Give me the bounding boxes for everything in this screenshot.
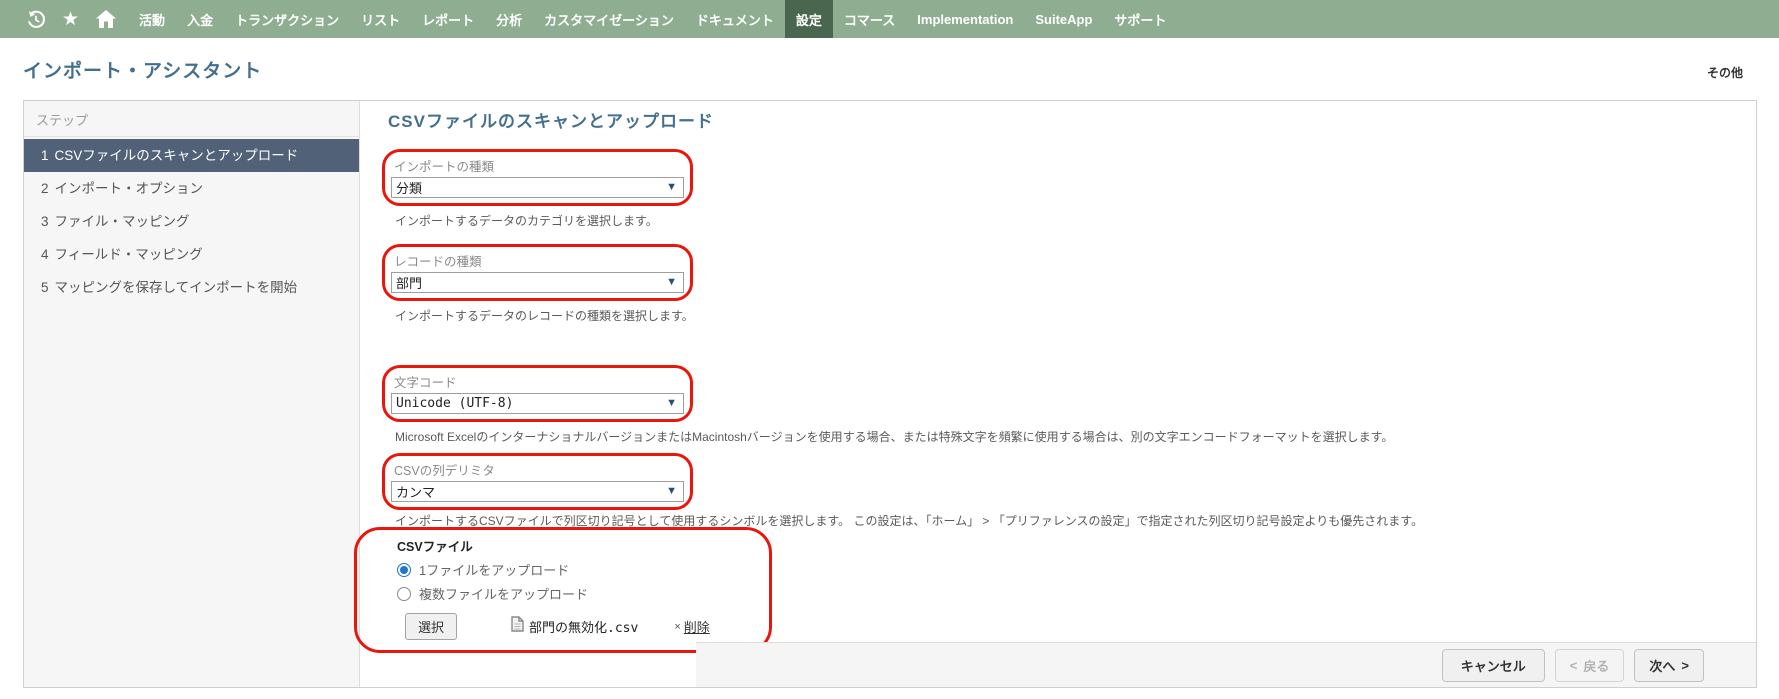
- file-row: 選択 部門の無効化.csv × 削除: [405, 613, 757, 640]
- page-title: インポート・アシスタント: [23, 61, 263, 82]
- nav-item-activities[interactable]: 活動: [128, 0, 176, 38]
- star-icon[interactable]: ★: [62, 10, 79, 29]
- history-icon[interactable]: [26, 10, 45, 29]
- nav-item-transactions[interactable]: トランザクション: [224, 0, 350, 38]
- nav-item-customization[interactable]: カスタマイゼーション: [533, 0, 685, 38]
- nav-item-documents[interactable]: ドキュメント: [685, 0, 785, 38]
- csv-delimiter-select[interactable]: カンマ ▼: [391, 481, 684, 502]
- nav-item-suiteapp[interactable]: SuiteApp: [1024, 0, 1103, 38]
- nav-item-payments[interactable]: 入金: [176, 0, 224, 38]
- chevron-right-icon: >: [1681, 657, 1689, 673]
- close-icon: ×: [674, 620, 681, 633]
- section-heading: CSVファイルのスキャンとアップロード: [388, 112, 714, 131]
- radio-unselected-icon: [397, 586, 411, 601]
- chevron-down-icon: ▼: [666, 181, 677, 193]
- character-encoding-description: Microsoft ExcelのインターナショナルバージョンまたはMacinto…: [395, 430, 1394, 444]
- nav-item-reports[interactable]: レポート: [411, 0, 485, 38]
- action-bar: キャンセル < 戻る 次へ >: [696, 642, 1756, 687]
- chevron-left-icon: <: [1569, 657, 1578, 673]
- field-record-type-annotation: レコードの種類 部門 ▼: [382, 244, 693, 301]
- step-item-1: 1 CSVファイルのスキャンとアップロード: [24, 139, 359, 172]
- next-button[interactable]: 次へ >: [1634, 648, 1704, 682]
- import-type-label: インポートの種類: [394, 160, 495, 174]
- csv-file-label: CSVファイル: [397, 540, 473, 554]
- step-item-2: 2 インポート・オプション: [41, 181, 204, 196]
- home-icon[interactable]: [96, 10, 117, 28]
- csv-file-section-annotation: CSVファイル 1ファイルをアップロード 複数ファイルをアップロード 選択 部門…: [354, 527, 772, 653]
- nav-item-analytics[interactable]: 分析: [485, 0, 533, 38]
- delete-file-link[interactable]: × 削除: [674, 617, 709, 636]
- select-file-button[interactable]: 選択: [405, 613, 458, 640]
- nav-item-setup[interactable]: 設定: [784, 0, 833, 38]
- step-item-5: 5 マッピングを保存してインポートを開始: [41, 280, 298, 295]
- character-encoding-select[interactable]: Unicode (UTF-8) ▼: [391, 393, 684, 414]
- field-csv-delimiter-annotation: CSVの列デリミタ カンマ ▼: [382, 453, 693, 510]
- character-encoding-label: 文字コード: [394, 376, 457, 390]
- steps-sidebar: ステップ 1 CSVファイルのスキャンとアップロード 2 インポート・オプション 3…: [24, 101, 360, 687]
- csv-delimiter-description: インポートするCSVファイルで列区切り記号として使用するシンボルを選択します。 …: [395, 514, 1424, 528]
- nav-icon-group: ★: [26, 0, 117, 38]
- step-item-3: 3 ファイル・マッピング: [41, 214, 190, 229]
- file-name: 部門の無効化.csv: [529, 621, 639, 636]
- nav-menu: 活動 入金 トランザクション リスト レポート 分析 カスタマイゼーション ドキ…: [128, 0, 1177, 38]
- nav-item-implementation[interactable]: Implementation: [906, 0, 1024, 38]
- main-panel: CSVファイルのスキャンとアップロード インポートの種類 分類 ▼ インポートす…: [354, 101, 1756, 687]
- uploaded-file: 部門の無効化.csv: [511, 616, 638, 637]
- wizard-container: ステップ 1 CSVファイルのスキャンとアップロード 2 インポート・オプション 3…: [23, 100, 1757, 688]
- more-menu[interactable]: その他: [1707, 64, 1743, 81]
- chevron-down-icon: ▼: [666, 276, 677, 288]
- record-type-label: レコードの種類: [394, 255, 482, 269]
- chevron-down-icon: ▼: [666, 485, 677, 497]
- radio-selected-icon: [397, 562, 411, 577]
- step-item-4: 4 フィールド・マッピング: [41, 247, 203, 262]
- radio-multiple-files[interactable]: 複数ファイルをアップロード: [397, 584, 757, 603]
- file-icon: [511, 616, 524, 637]
- record-type-select[interactable]: 部門 ▼: [391, 272, 684, 293]
- cancel-button[interactable]: キャンセル: [1441, 648, 1545, 682]
- top-nav: ★ 活動 入金 トランザクション リスト レポート 分析 カスタマイゼーション …: [0, 0, 1779, 38]
- steps-header: ステップ: [24, 101, 359, 137]
- field-import-type-annotation: インポートの種類 分類 ▼: [382, 149, 693, 206]
- back-button[interactable]: < 戻る: [1554, 648, 1625, 682]
- csv-delimiter-label: CSVの列デリミタ: [394, 464, 495, 478]
- record-type-description: インポートするデータのレコードの種類を選択します。: [395, 309, 694, 323]
- radio-single-file[interactable]: 1ファイルをアップロード: [397, 560, 757, 579]
- chevron-down-icon: ▼: [666, 397, 677, 409]
- import-type-select[interactable]: 分類 ▼: [391, 177, 684, 198]
- import-type-description: インポートするデータのカテゴリを選択します。: [395, 214, 658, 228]
- nav-item-support[interactable]: サポート: [1103, 0, 1177, 38]
- steps-list: 1 CSVファイルのスキャンとアップロード 2 インポート・オプション 3 ファイル・…: [24, 139, 359, 304]
- field-character-encoding-annotation: 文字コード Unicode (UTF-8) ▼: [382, 365, 693, 422]
- nav-item-lists[interactable]: リスト: [350, 0, 411, 38]
- nav-item-commerce[interactable]: コマース: [833, 0, 906, 38]
